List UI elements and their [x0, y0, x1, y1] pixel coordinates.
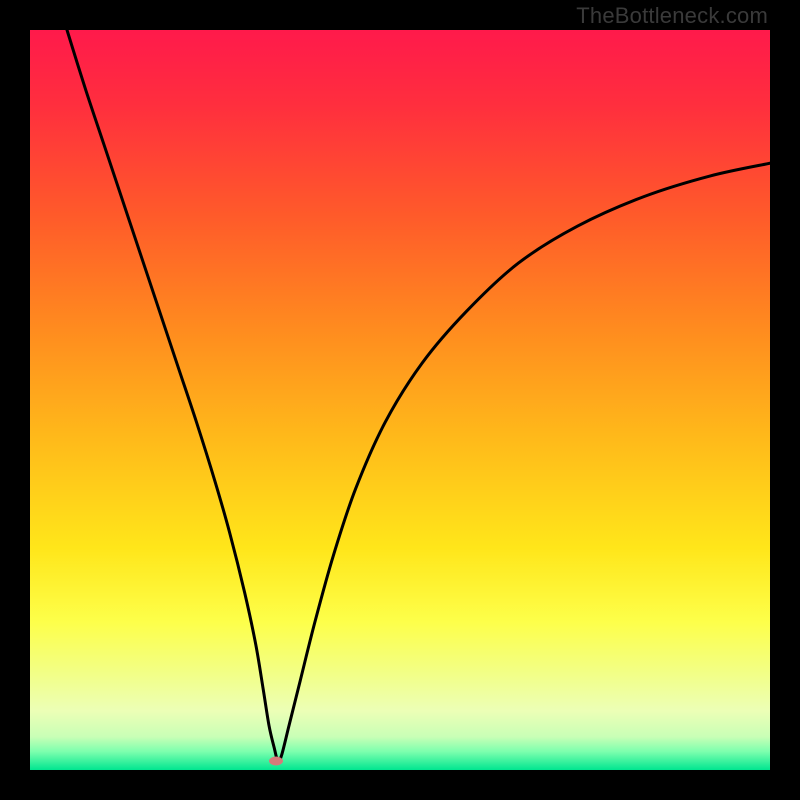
bottleneck-curve — [67, 30, 770, 762]
watermark-text: TheBottleneck.com — [576, 3, 768, 29]
chart-frame: TheBottleneck.com — [0, 0, 800, 800]
plot-area — [30, 30, 770, 770]
curve-layer — [30, 30, 770, 770]
minimum-marker — [269, 757, 283, 766]
